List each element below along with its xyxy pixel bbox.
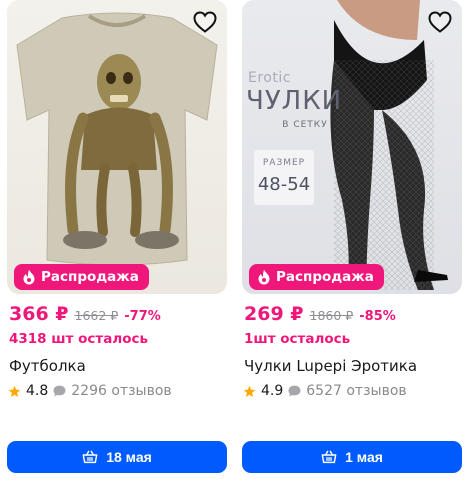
current-price: 269 ₽ <box>244 303 304 325</box>
fire-icon <box>258 269 270 285</box>
rating-row: 4.9 6527 отзывов <box>243 383 407 399</box>
delivery-date-button[interactable]: 18 мая <box>7 441 227 473</box>
favorite-heart-icon[interactable] <box>189 6 221 38</box>
comment-icon <box>53 385 66 397</box>
old-price: 1662 ₽ <box>74 308 119 323</box>
favorite-heart-icon[interactable] <box>424 6 456 38</box>
rating-row: 4.8 2296 отзывов <box>8 383 172 399</box>
old-price: 1860 ₽ <box>309 308 354 323</box>
sale-badge: Распродажа <box>14 264 149 290</box>
star-icon <box>8 385 21 397</box>
current-price: 366 ₽ <box>9 303 69 325</box>
image-headline: ЧУЛКИ <box>246 86 343 116</box>
delivery-date: 1 мая <box>345 449 383 465</box>
comment-icon <box>288 385 301 397</box>
discount-percent: -77% <box>124 309 161 324</box>
delivery-date-button[interactable]: 1 мая <box>242 441 462 473</box>
product-card[interactable]: Erotic ЧУЛКИ В СЕТКУ РАЗМЕР 48-54 Распро… <box>242 0 462 482</box>
basket-icon <box>321 450 337 464</box>
image-size-panel: РАЗМЕР 48-54 <box>254 158 314 195</box>
rating-value: 4.8 <box>26 383 49 399</box>
product-title[interactable]: Футболка <box>9 357 86 375</box>
product-card[interactable]: Распродажа 366 ₽ 1662 ₽ -77% 4318 шт ост… <box>7 0 227 482</box>
image-brand: Erotic <box>248 70 291 86</box>
rating-value: 4.9 <box>261 383 284 399</box>
fire-icon <box>23 269 35 285</box>
product-photo-stockings <box>254 0 448 290</box>
reviews-count[interactable]: 6527 отзывов <box>306 383 406 399</box>
image-text-block: Erotic ЧУЛКИ В СЕТКУ <box>246 70 343 130</box>
basket-icon <box>82 450 98 464</box>
sale-badge-label: Распродажа <box>276 269 374 285</box>
product-photo-tshirt <box>16 12 218 266</box>
product-image[interactable]: Распродажа <box>7 0 227 294</box>
discount-percent: -85% <box>359 309 396 324</box>
product-title[interactable]: Чулки Lupepi Эротика <box>244 357 417 375</box>
product-image[interactable]: Erotic ЧУЛКИ В СЕТКУ РАЗМЕР 48-54 Распро… <box>242 0 462 294</box>
stock-left: 1шт осталось <box>244 331 351 347</box>
image-subline: В СЕТКУ <box>282 120 328 130</box>
price-row: 269 ₽ 1860 ₽ -85% <box>244 303 396 325</box>
sale-badge: Распродажа <box>249 264 384 290</box>
price-row: 366 ₽ 1662 ₽ -77% <box>9 303 161 325</box>
sale-badge-label: Распродажа <box>41 269 139 285</box>
reviews-count[interactable]: 2296 отзывов <box>71 383 171 399</box>
stock-left: 4318 шт осталось <box>9 331 149 347</box>
delivery-date: 18 мая <box>106 449 152 465</box>
image-size-label: РАЗМЕР <box>262 158 306 168</box>
star-icon <box>243 385 256 397</box>
image-size-value: 48-54 <box>257 174 311 195</box>
